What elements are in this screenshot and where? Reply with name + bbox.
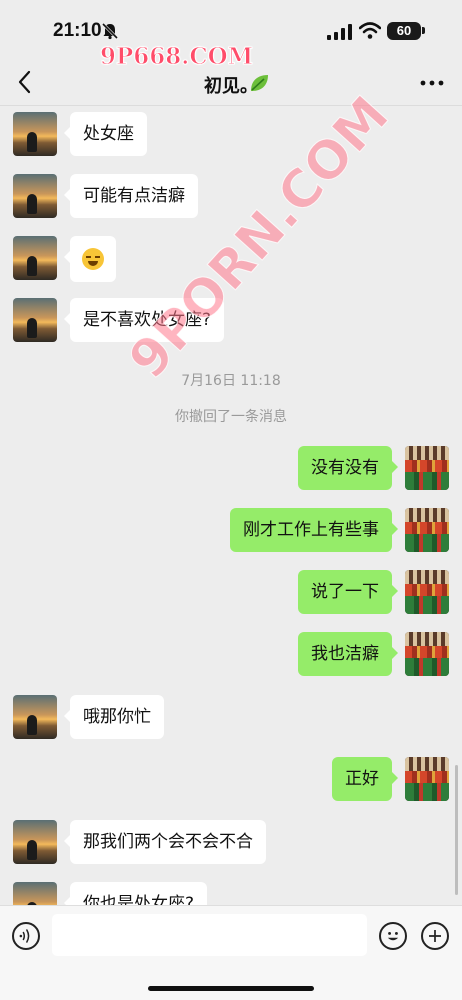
- message-input[interactable]: [52, 914, 367, 956]
- scrollbar[interactable]: [455, 765, 458, 895]
- battery-indicator: 60: [387, 22, 421, 40]
- avatar-self[interactable]: [405, 757, 449, 801]
- avatar[interactable]: [13, 298, 57, 342]
- chat-title: 初见。: [204, 76, 258, 97]
- avatar[interactable]: [13, 695, 57, 739]
- message-bubble-emoji[interactable]: [64, 236, 116, 282]
- status-time: 21:10: [53, 20, 102, 41]
- recall-notice: 你撤回了一条消息: [175, 409, 287, 425]
- emoji-picker-icon[interactable]: [379, 922, 407, 950]
- avatar-self[interactable]: [405, 508, 449, 552]
- avatar[interactable]: [13, 882, 57, 905]
- voice-input-icon[interactable]: [12, 922, 40, 950]
- message-bubble-self[interactable]: 正好: [332, 757, 398, 801]
- avatar[interactable]: [13, 820, 57, 864]
- cellular-signal-icon: [327, 24, 352, 40]
- avatar[interactable]: [13, 112, 57, 156]
- wifi-icon: [359, 22, 381, 39]
- message-bubble[interactable]: 那我们两个会不会不合: [64, 820, 266, 864]
- chat-header: 初见。: [0, 60, 462, 106]
- message-bubble[interactable]: 处女座: [64, 112, 147, 156]
- laughing-crying-emoji-icon: [82, 248, 104, 270]
- more-actions-plus-icon[interactable]: [421, 922, 449, 950]
- avatar[interactable]: [13, 236, 57, 280]
- chat-message-list[interactable]: 处女座 可能有点洁癖 是不喜欢处女座? 7月16日 11:18 你撤回了一条消息…: [0, 107, 462, 905]
- bell-muted-icon: [101, 22, 119, 40]
- message-bubble[interactable]: 是不喜欢处女座?: [63, 298, 225, 342]
- message-bubble-self[interactable]: 说了一下: [298, 570, 398, 614]
- message-bubble-self[interactable]: 刚才工作上有些事: [230, 508, 398, 552]
- leaf-emoji-icon: [251, 75, 268, 91]
- avatar[interactable]: [13, 174, 57, 218]
- timestamp: 7月16日 11:18: [181, 373, 281, 389]
- input-bar: [0, 905, 462, 1000]
- message-bubble-self[interactable]: 没有没有: [298, 446, 398, 490]
- more-options-icon[interactable]: [418, 78, 446, 88]
- avatar-self[interactable]: [405, 632, 449, 676]
- avatar-self[interactable]: [405, 570, 449, 614]
- avatar-self[interactable]: [405, 446, 449, 490]
- message-bubble[interactable]: 可能有点洁癖: [64, 174, 198, 218]
- message-bubble[interactable]: 你也是处女座?: [63, 882, 208, 905]
- home-indicator: [148, 986, 314, 991]
- message-bubble-self[interactable]: 我也洁癖: [298, 632, 398, 676]
- message-bubble[interactable]: 哦那你忙: [64, 695, 164, 739]
- battery-tip: [422, 27, 425, 34]
